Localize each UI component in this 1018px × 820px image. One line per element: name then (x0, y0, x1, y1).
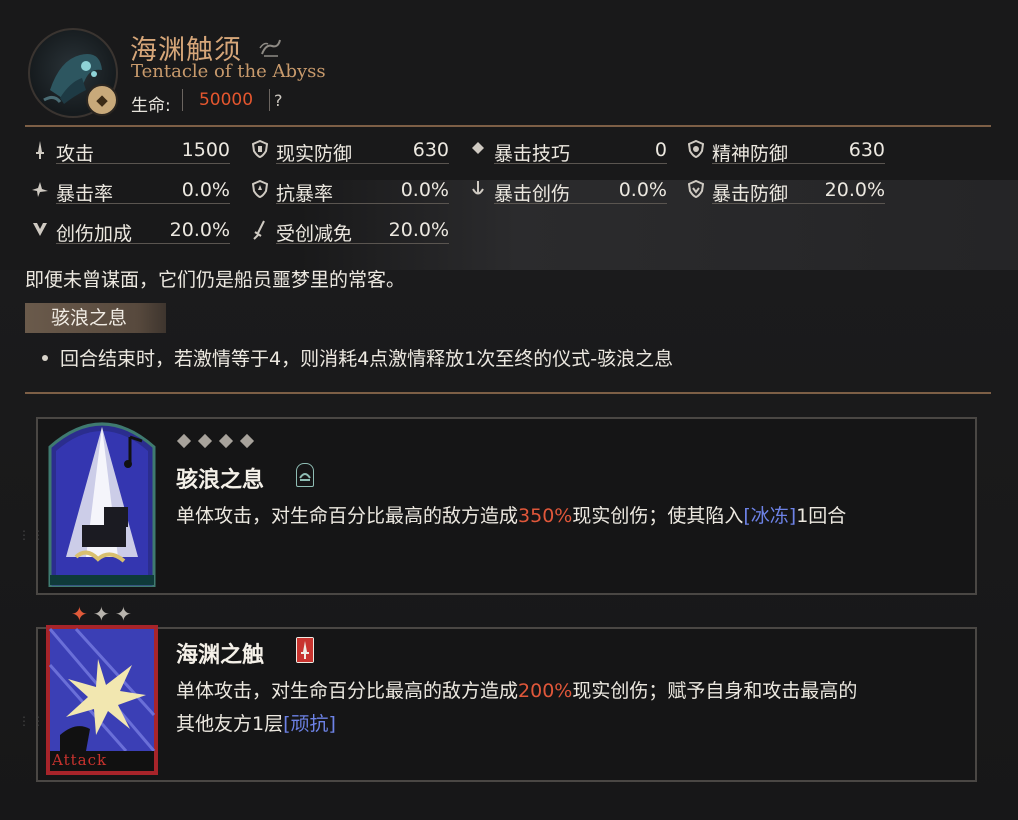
hand-wave-icon (258, 36, 284, 63)
skill-text: 单体攻击，对生命百分比最高的敌方造成 (176, 680, 519, 702)
stat-damage-bonus: 创伤加成 20.0% (30, 216, 230, 245)
crit-damage-icon (468, 180, 488, 200)
crit-resist-icon (250, 179, 270, 200)
stat-label: 创伤加成 (56, 223, 133, 245)
rank-star-empty-2: ✦ (115, 602, 132, 626)
skill-text: 现实创伤；使其陷入 (572, 505, 744, 527)
diamond-icon (468, 140, 488, 160)
stat-label: 精神防御 (712, 143, 789, 165)
stat-label: 暴击防御 (712, 183, 789, 205)
stat-underline (56, 203, 230, 204)
rank-star-filled: ✦ (71, 602, 88, 626)
stat-attack: 攻击 1500 (30, 136, 230, 165)
stat-underline (56, 163, 230, 164)
stat-value: 630 (412, 139, 449, 161)
stat-crit-damage: 暴击创伤 0.0% (468, 176, 667, 205)
card-1-side-dots: ⋮⋮ (18, 528, 46, 542)
enemy-name-english: Tentacle of the Abyss (131, 61, 326, 82)
skill-1-art (46, 407, 158, 587)
hp-value: 50000 (182, 89, 270, 111)
stat-mental-defense: 精神防御 630 (686, 136, 885, 165)
hp-label: 生命: (131, 96, 171, 116)
stat-label: 抗暴率 (276, 183, 334, 205)
stat-value: 630 (848, 139, 885, 161)
skill-1-name: 骇浪之息 (176, 468, 265, 493)
stat-crit-defense: 暴击防御 20.0% (686, 176, 885, 205)
skill-2-line-1: 单体攻击，对生命百分比最高的敌方造成200%现实创伤；赋予自身和攻击最高的 (176, 675, 966, 708)
card-2-side-dots: ⋮⋮ (18, 714, 46, 728)
skill-text: 单体攻击，对生命百分比最高的敌方造成 (176, 505, 519, 527)
damage-percent: 350% (518, 505, 573, 527)
attack-card-icon (296, 637, 314, 663)
enemy-type-badge: ◆ (86, 84, 118, 116)
stat-crit-resist: 抗暴率 0.0% (250, 176, 449, 205)
stat-damage-reduction: 受创减免 20.0% (250, 216, 449, 245)
stat-underline (276, 203, 449, 204)
stat-value: 20.0% (388, 219, 449, 241)
stat-label: 攻击 (56, 143, 95, 165)
stat-underline (712, 203, 885, 204)
skill-2-art: Attack (46, 625, 158, 775)
skill-2-description: 单体攻击，对生命百分比最高的敌方造成200%现实创伤；赋予自身和攻击最高的 其他… (176, 675, 966, 741)
stat-underline (494, 163, 667, 164)
passive-name-tag: 骇浪之息 (25, 303, 166, 333)
stat-underline (494, 203, 667, 204)
passive-description: 回合结束时，若激情等于4，则消耗4点激情释放1次至终的仪式-骇浪之息 (60, 348, 674, 370)
stat-label: 暴击技巧 (494, 143, 571, 165)
stat-underline (712, 163, 885, 164)
stat-value: 20.0% (824, 179, 885, 201)
skill-text: 其他友方1层 (176, 713, 284, 735)
stat-crit-technique: 暴击技巧 0 (468, 136, 667, 165)
stat-underline (276, 163, 449, 164)
skill-2-line-2: 其他友方1层[顽抗] (176, 708, 966, 741)
sword-icon (30, 140, 50, 160)
skill-2-art-caption: Attack (52, 751, 108, 769)
stat-underline (56, 243, 230, 244)
stat-underline (276, 243, 449, 244)
crit-rate-icon (30, 180, 50, 200)
hp-help-button[interactable]: ? (274, 91, 283, 110)
stat-label: 暴击率 (56, 183, 114, 205)
damage-bonus-icon (30, 220, 50, 240)
damage-reduction-icon (250, 220, 270, 240)
stat-value: 0 (654, 139, 667, 161)
passive-bullet (42, 355, 48, 361)
ritual-icon (296, 463, 314, 487)
header-divider (25, 125, 991, 127)
stat-reality-defense: 现实防御 630 (250, 136, 449, 165)
skill-2-name: 海渊之触 (176, 643, 265, 668)
section-divider (25, 392, 991, 394)
mind-shield-icon (686, 139, 706, 160)
stat-label: 暴击创伤 (494, 183, 571, 205)
stat-value: 0.0% (181, 179, 230, 201)
enemy-description: 即便未曾谋面，它们仍是船员噩梦里的常客。 (25, 269, 406, 291)
damage-percent: 200% (518, 680, 573, 702)
stat-label: 现实防御 (276, 143, 353, 165)
stat-crit-rate: 暴击率 0.0% (30, 176, 230, 205)
status-link-resist[interactable]: [顽抗] (283, 713, 336, 735)
stat-value: 0.0% (400, 179, 449, 201)
stat-value: 1500 (181, 139, 230, 161)
stat-label: 受创减免 (276, 223, 353, 245)
rank-star-empty-1: ✦ (93, 602, 110, 626)
stat-value: 20.0% (169, 219, 230, 241)
skill-text: 现实创伤；赋予自身和攻击最高的 (572, 680, 858, 702)
shield-icon (250, 139, 270, 160)
skill-1-description: 单体攻击，对生命百分比最高的敌方造成350%现实创伤；使其陷入[冰冻]1回合 (176, 500, 846, 533)
crit-defense-icon (686, 179, 706, 200)
status-link-freeze[interactable]: [冰冻] (743, 505, 796, 527)
skill-text: 1回合 (796, 505, 847, 527)
stat-value: 0.0% (618, 179, 667, 201)
